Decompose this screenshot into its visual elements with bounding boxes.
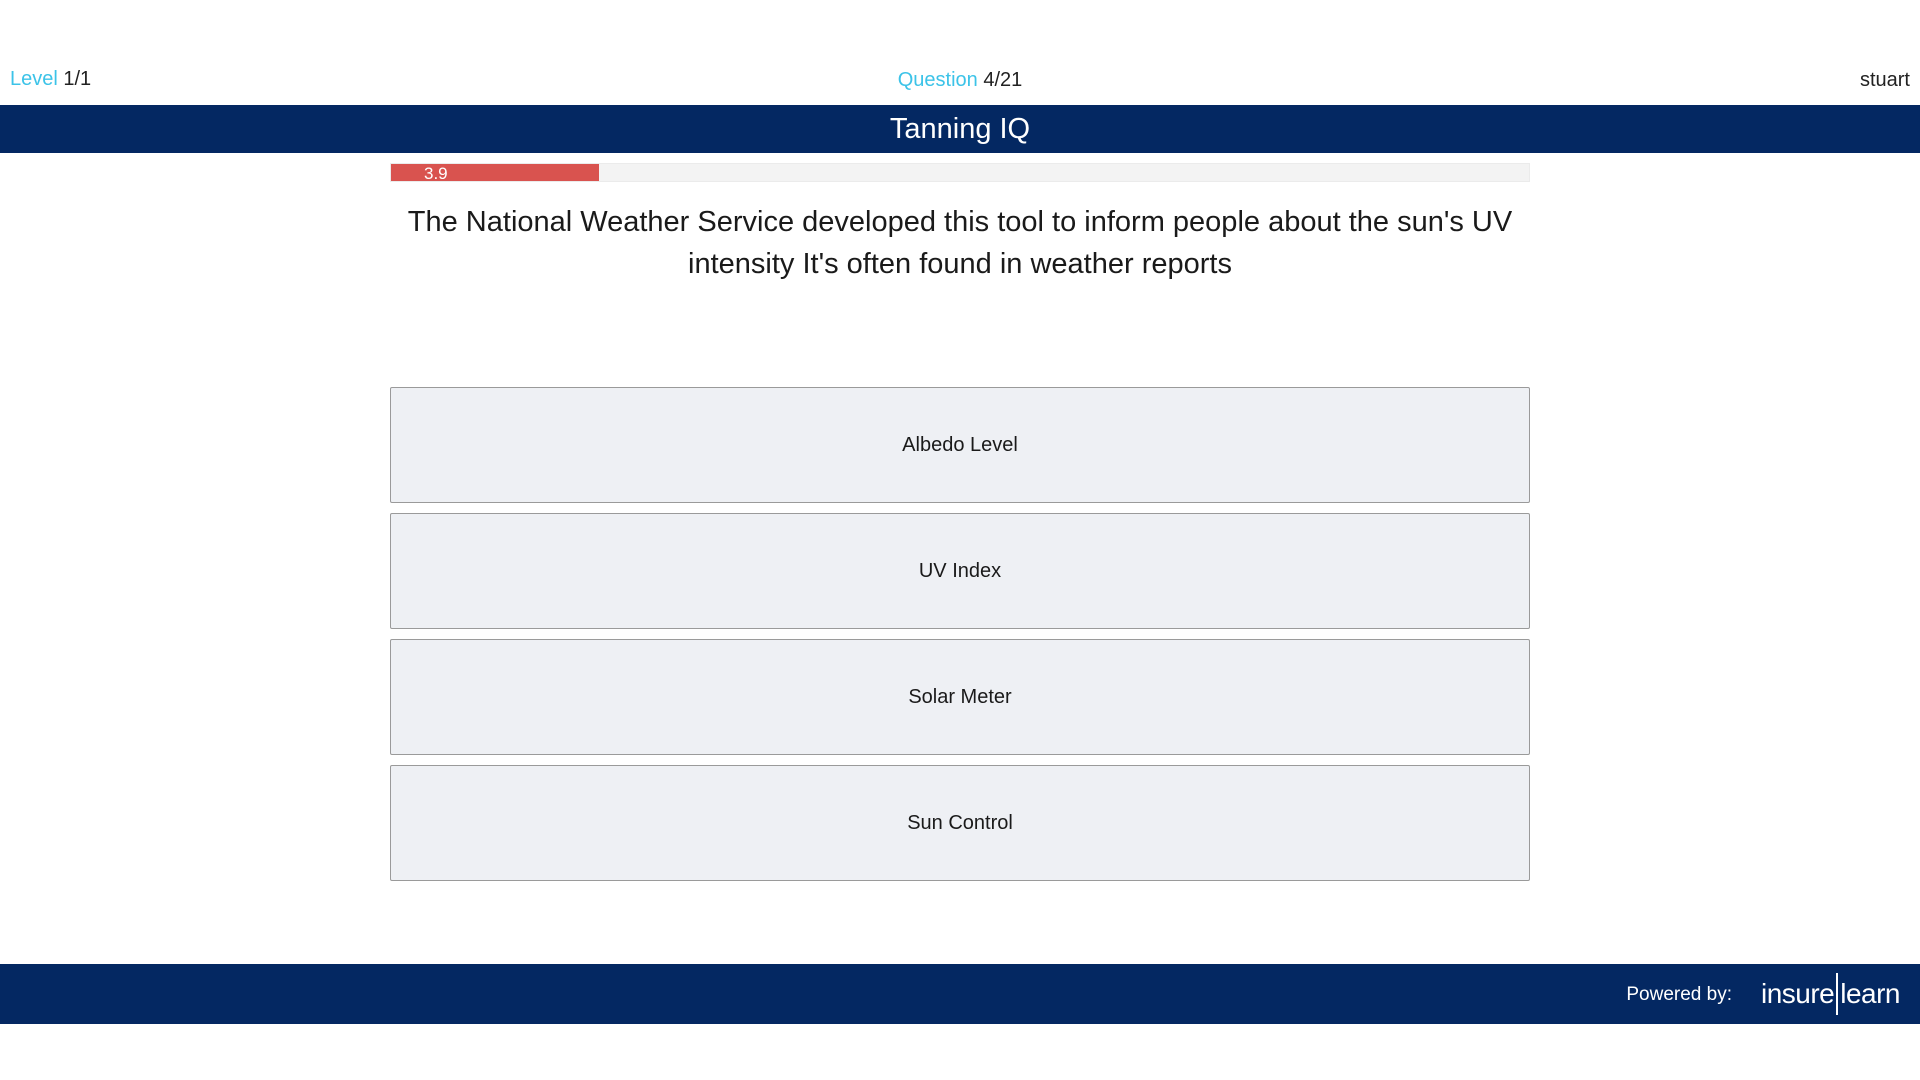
answer-label: Sun Control	[907, 811, 1013, 834]
logo-divider	[1836, 973, 1839, 1015]
answer-label: Albedo Level	[902, 433, 1018, 456]
insurelearn-logo: insure learn	[1760, 973, 1900, 1015]
answer-option[interactable]: Sun Control	[390, 765, 1530, 881]
timer-progress-bar: 3.9	[390, 163, 1530, 183]
logo-text-left: insure	[1760, 978, 1835, 1009]
timer-progress-fill: 3.9	[391, 164, 600, 183]
answer-list: Albedo Level UV Index Solar Meter Sun Co…	[390, 387, 1530, 891]
answer-option[interactable]: UV Index	[390, 513, 1530, 629]
title-bar: Tanning IQ	[0, 105, 1920, 153]
powered-by-text: Powered by:	[1626, 984, 1732, 1005]
answer-label: Solar Meter	[908, 685, 1012, 708]
username: stuart	[1859, 69, 1910, 91]
logo-text-right: learn	[1840, 978, 1900, 1009]
footer: Powered by: insure learn	[0, 964, 1920, 1024]
question-label: Question	[897, 69, 978, 91]
question-counter: Question 4/21	[0, 69, 1920, 92]
answer-label: UV Index	[918, 559, 1002, 582]
question-text: The National Weather Service developed t…	[407, 206, 1513, 280]
question-value: 4/21	[983, 69, 1023, 91]
page-title: Tanning IQ	[889, 112, 1031, 145]
answer-option[interactable]: Solar Meter	[390, 639, 1530, 755]
quiz-page: Level 1/1 Question 4/21 stuart Tanning I…	[0, 0, 1920, 1080]
answer-option[interactable]: Albedo Level	[390, 387, 1530, 503]
status-bar: Level 1/1 Question 4/21 stuart	[0, 64, 1920, 96]
timer-value: 3.9	[424, 164, 448, 183]
